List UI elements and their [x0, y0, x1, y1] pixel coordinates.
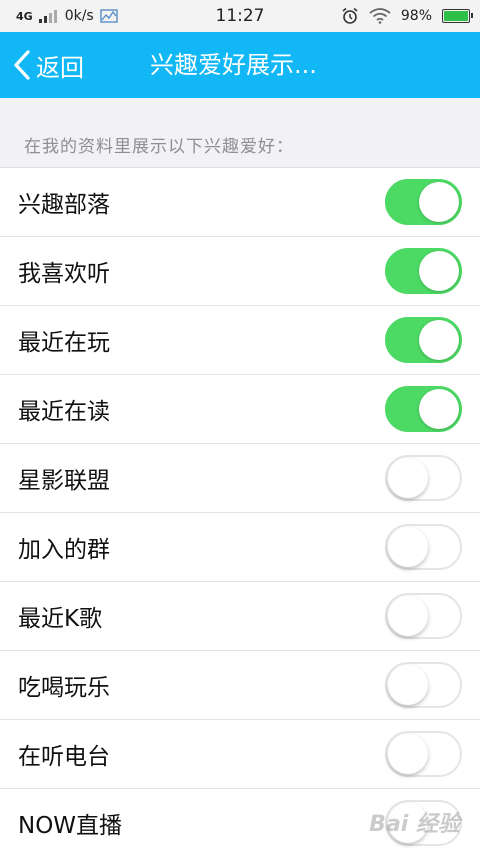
toggle-knob — [388, 734, 428, 774]
interest-list: 兴趣部落我喜欢听最近在玩最近在读星影联盟加入的群最近K歌吃喝玩乐在听电台 NOW直… — [0, 168, 480, 854]
toggle-switch[interactable] — [385, 317, 462, 363]
status-bar: 4G 0k/s 11:27 98% — [0, 0, 480, 32]
list-item: 最近在读 — [0, 375, 480, 444]
list-item-label: 最近在玩 — [18, 330, 110, 356]
list-item: 兴趣部落 — [0, 168, 480, 237]
list-item-label: 在听电台 — [18, 744, 110, 770]
list-item-label: 吃喝玩乐 — [18, 675, 110, 701]
battery-icon — [442, 9, 473, 23]
wifi-icon — [369, 8, 391, 24]
toggle-knob — [388, 803, 428, 843]
back-label: 返回 — [36, 53, 84, 82]
page-title: 兴趣爱好展示... — [150, 51, 317, 79]
list-item: 在听电台 — [0, 720, 480, 789]
toggle-switch[interactable] — [385, 524, 462, 570]
chevron-left-icon — [14, 50, 30, 80]
toggle-switch[interactable] — [385, 662, 462, 708]
toggle-switch[interactable] — [385, 800, 462, 846]
list-item: 星影联盟 — [0, 444, 480, 513]
list-item-label: 加入的群 — [18, 537, 110, 563]
nav-bar: 返回 兴趣爱好展示... — [0, 32, 480, 98]
list-item-label: 我喜欢听 — [18, 261, 110, 287]
list-item: 我喜欢听 — [0, 237, 480, 306]
status-right: 98% — [341, 0, 473, 32]
list-item: NOW直播 — [0, 789, 480, 854]
back-button[interactable]: 返回 — [12, 32, 84, 98]
toggle-switch[interactable] — [385, 593, 462, 639]
list-item: 最近在玩 — [0, 306, 480, 375]
toggle-knob — [419, 320, 459, 360]
list-item: 最近K歌 — [0, 582, 480, 651]
list-item-label: 兴趣部落 — [18, 192, 110, 218]
toggle-switch[interactable] — [385, 179, 462, 225]
toggle-knob — [388, 458, 428, 498]
toggle-switch[interactable] — [385, 386, 462, 432]
battery-percent: 98% — [400, 8, 432, 24]
alarm-clock-icon — [342, 7, 358, 24]
list-item: 加入的群 — [0, 513, 480, 582]
toggle-knob — [419, 182, 459, 222]
toggle-switch[interactable] — [385, 248, 462, 294]
toggle-knob — [388, 527, 428, 567]
list-item-label: 最近在读 — [18, 399, 110, 425]
toggle-switch[interactable] — [385, 731, 462, 777]
toggle-knob — [419, 251, 459, 291]
toggle-knob — [388, 596, 428, 636]
list-item: 吃喝玩乐 — [0, 651, 480, 720]
toggle-knob — [419, 389, 459, 429]
list-item-label: NOW直播 — [18, 813, 123, 839]
list-item-label: 最近K歌 — [18, 606, 103, 632]
list-item-label: 星影联盟 — [18, 468, 110, 494]
toggle-knob — [388, 665, 428, 705]
toggle-switch[interactable] — [385, 455, 462, 501]
section-header: 在我的资料里展示以下兴趣爱好： — [0, 98, 480, 168]
battery-fill — [444, 11, 468, 21]
